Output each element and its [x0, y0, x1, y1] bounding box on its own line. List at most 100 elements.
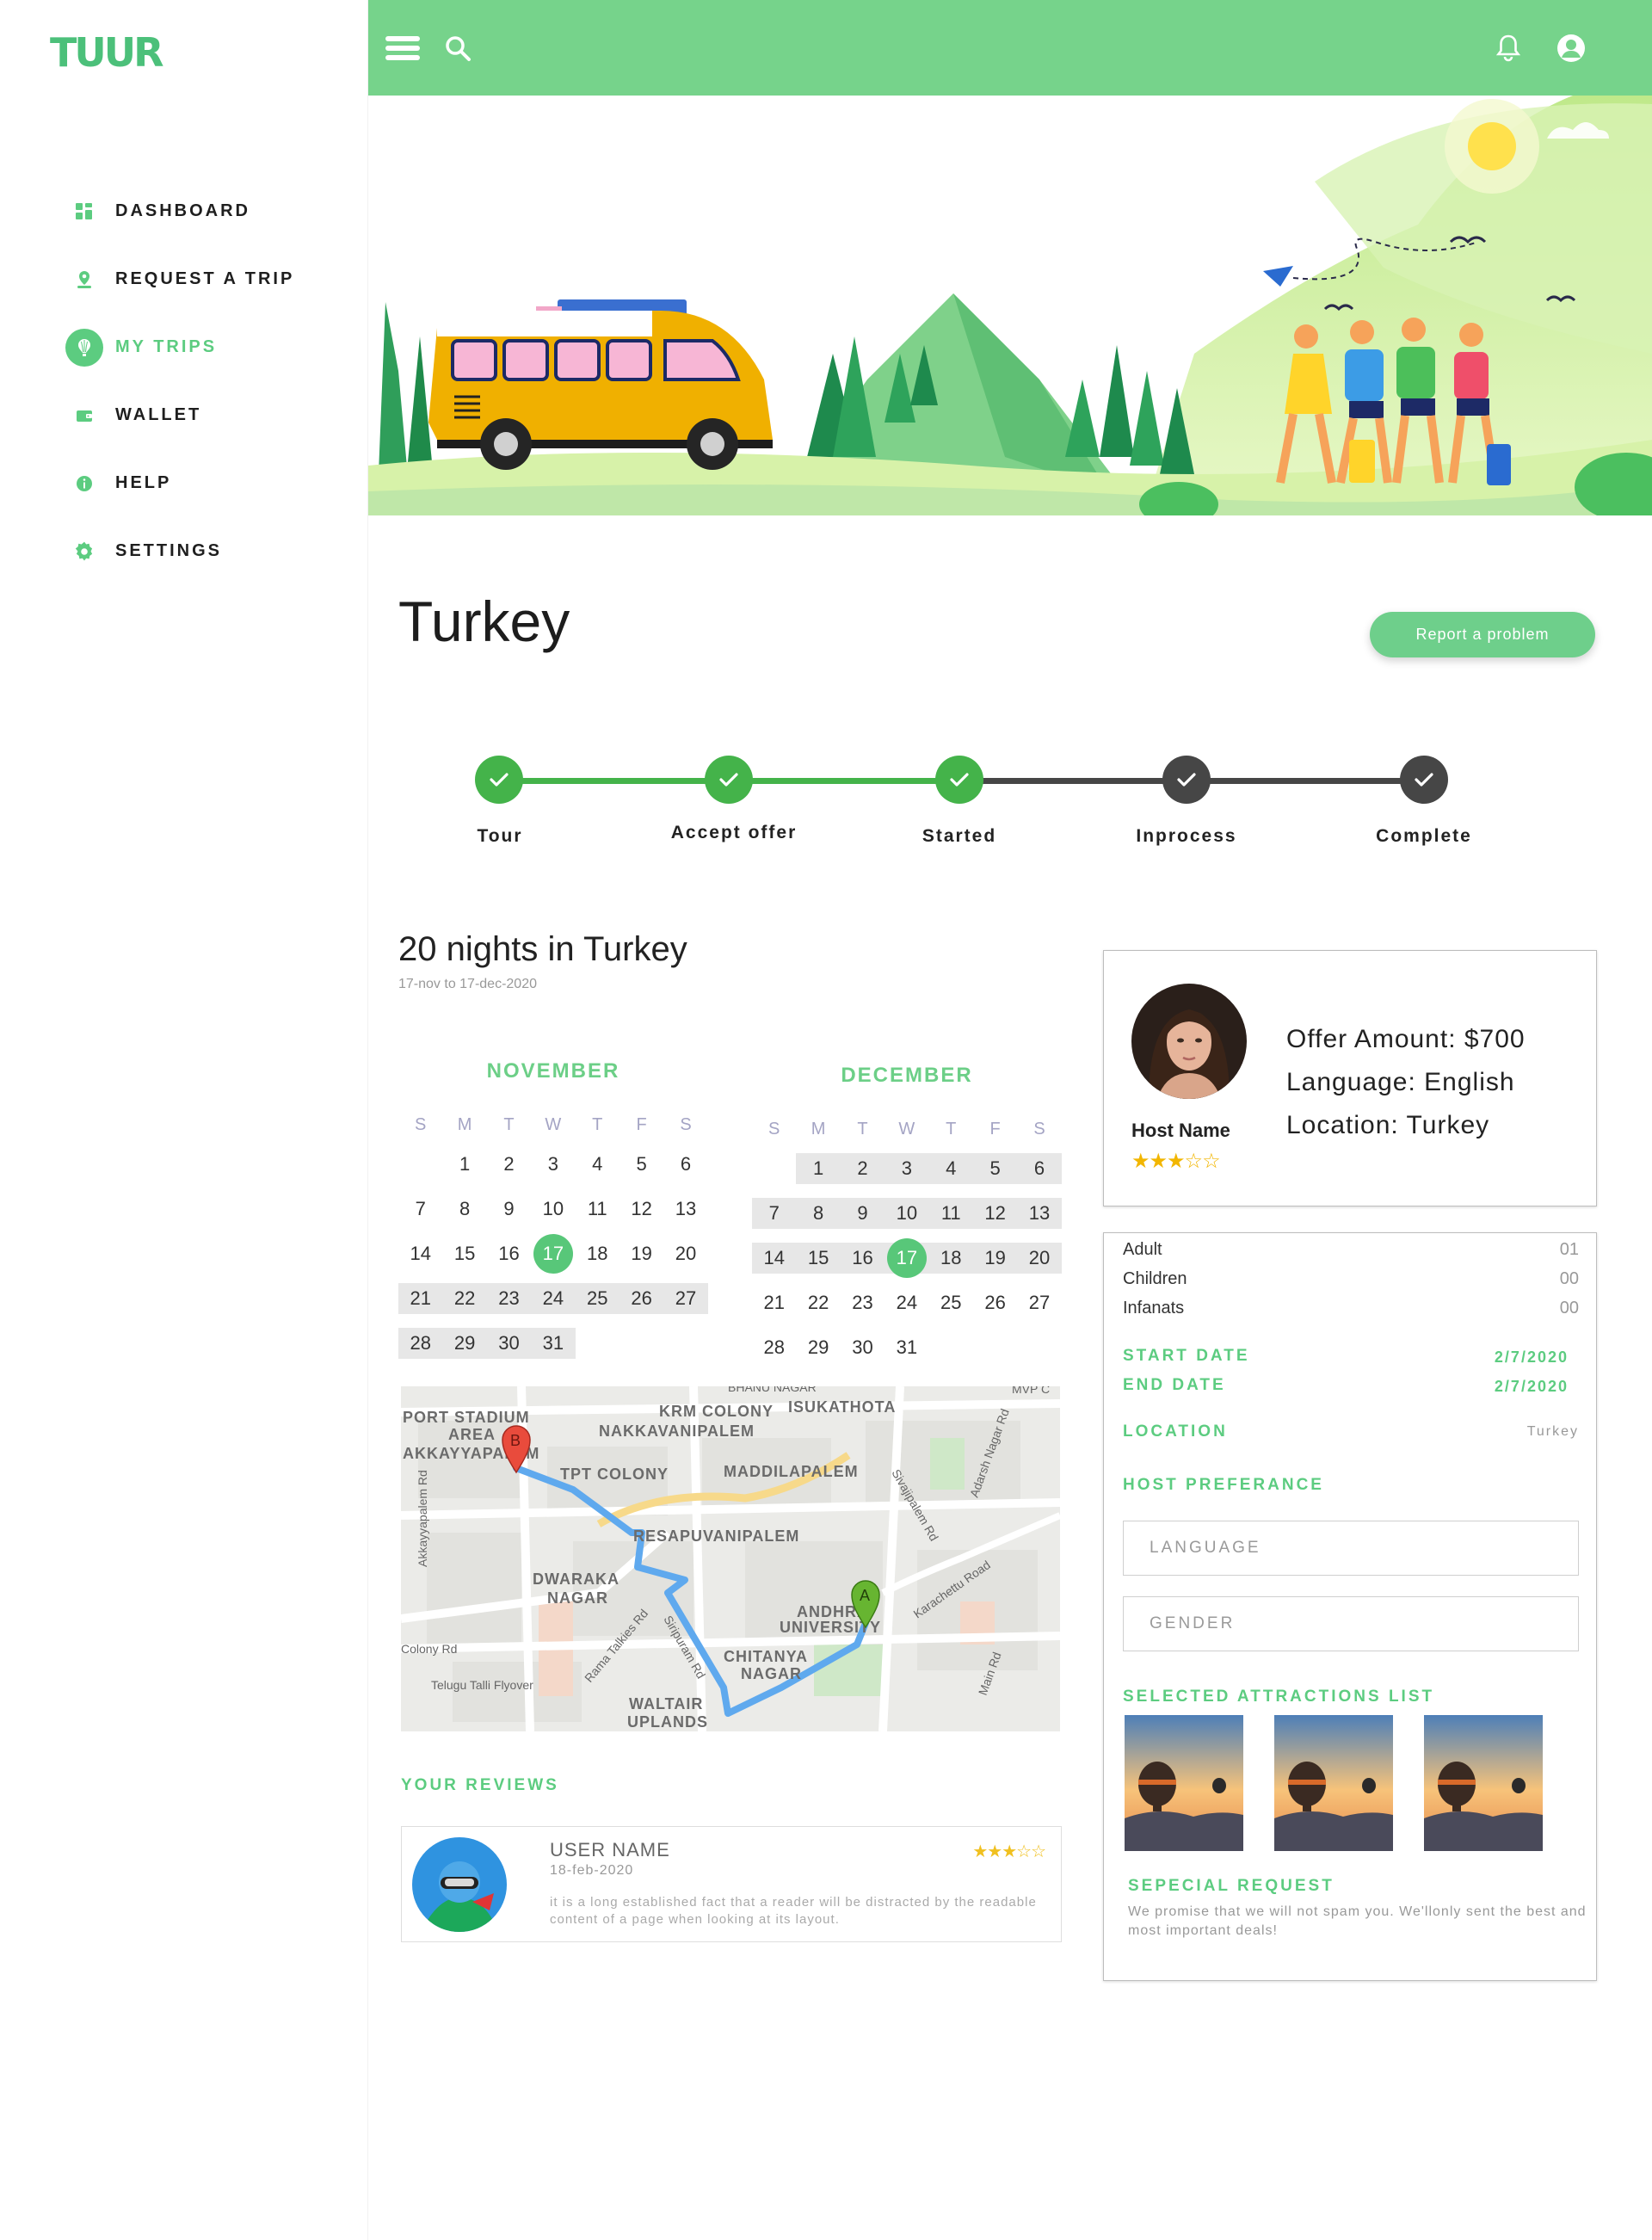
sidebar-item-settings[interactable]: SETTINGS [65, 517, 294, 585]
calendar-day-number: 26 [984, 1292, 1006, 1313]
calendar-day[interactable]: 9 [840, 1198, 885, 1229]
bell-icon[interactable] [1489, 29, 1527, 67]
app-logo[interactable]: TUUR [50, 29, 164, 76]
calendar-day[interactable]: 20 [663, 1238, 707, 1269]
attraction-image[interactable] [1125, 1715, 1243, 1851]
calendar-day[interactable]: 1 [442, 1149, 486, 1180]
calendar-day[interactable]: 23 [486, 1283, 532, 1314]
calendar-day[interactable]: 18 [576, 1238, 620, 1269]
calendar-day[interactable]: 8 [796, 1198, 841, 1229]
calendar-day[interactable]: 28 [752, 1332, 796, 1363]
sidebar-item-my-trips[interactable]: MY TRIPS [65, 313, 294, 381]
report-problem-button[interactable]: Report a problem [1370, 612, 1595, 657]
calendar-day-number: 2 [857, 1157, 868, 1179]
calendar-day[interactable]: 12 [620, 1194, 663, 1225]
calendar-day[interactable]: 8 [442, 1194, 486, 1225]
user-icon[interactable] [1552, 29, 1590, 67]
sidebar-item-request-a-trip[interactable]: REQUEST A TRIP [65, 245, 294, 313]
calendar-day[interactable]: 4 [928, 1153, 973, 1184]
calendar-week-row: 28 29 30 31 [398, 1321, 708, 1366]
calendar-day[interactable]: 17 [885, 1238, 929, 1278]
attraction-image[interactable] [1274, 1715, 1393, 1851]
calendar-day[interactable]: 5 [620, 1149, 663, 1180]
calendar-day[interactable]: 2 [840, 1153, 885, 1184]
calendar-day-number: 7 [768, 1202, 780, 1224]
calendar-day[interactable]: 6 [1017, 1153, 1062, 1184]
search-icon[interactable] [439, 29, 477, 67]
calendar-day[interactable]: 3 [885, 1153, 929, 1184]
calendar-day[interactable]: 12 [972, 1198, 1018, 1229]
calendar-day[interactable]: 26 [973, 1287, 1017, 1318]
calendar-day[interactable]: 30 [486, 1328, 532, 1359]
calendar-day[interactable]: 24 [885, 1287, 928, 1318]
calendar-day-number: 17 [542, 1243, 564, 1264]
calendar-day[interactable]: 13 [663, 1194, 707, 1225]
calendar-day[interactable]: 23 [841, 1287, 885, 1318]
calendar-day[interactable]: 5 [972, 1153, 1018, 1184]
calendar-day[interactable]: 11 [576, 1194, 620, 1225]
calendar-day[interactable]: 30 [841, 1332, 885, 1363]
calendar-day[interactable]: 9 [487, 1194, 531, 1225]
calendar-day[interactable]: 20 [1017, 1243, 1062, 1274]
page-title: Turkey [398, 589, 570, 653]
calendar-day[interactable]: 16 [840, 1243, 885, 1274]
calendar-weekday: S [415, 1115, 427, 1134]
sidebar-item-dashboard[interactable]: DASHBOARD [65, 177, 294, 245]
calendar-day[interactable]: 14 [398, 1238, 442, 1269]
calendar-day[interactable]: 6 [663, 1149, 707, 1180]
calendar-day-number: 13 [675, 1198, 697, 1219]
calendar-day[interactable]: 22 [442, 1283, 487, 1314]
calendar-day[interactable]: 7 [398, 1194, 442, 1225]
calendar-day[interactable]: 27 [1017, 1287, 1061, 1318]
language-input[interactable] [1123, 1521, 1579, 1576]
calendar-weekday: F [989, 1120, 1001, 1139]
calendar-empty-cell [752, 1153, 796, 1184]
calendar-empty-cell [663, 1328, 707, 1359]
calendar-weekday: W [545, 1115, 562, 1134]
calendar-day[interactable]: 19 [972, 1243, 1018, 1274]
calendar-day[interactable]: 18 [928, 1243, 973, 1274]
calendar-day[interactable]: 29 [442, 1328, 487, 1359]
calendar-day[interactable]: 31 [531, 1328, 576, 1359]
calendar-day[interactable]: 1 [796, 1153, 841, 1184]
sidebar-item-wallet[interactable]: WALLET [65, 381, 294, 449]
route-map[interactable]: KRM COLONY ISUKATHOTA PORT STADIUM AREA … [401, 1386, 1060, 1731]
calendar-day[interactable]: 22 [796, 1287, 840, 1318]
calendar-day[interactable]: 19 [620, 1238, 663, 1269]
step-label: Accept offer [670, 823, 798, 842]
calendar-day[interactable]: 3 [531, 1149, 575, 1180]
calendar-day[interactable]: 29 [796, 1332, 840, 1363]
trip-title: 20 nights in Turkey [398, 930, 687, 968]
calendar-day[interactable]: 25 [575, 1283, 620, 1314]
calendar-day[interactable]: 28 [398, 1328, 443, 1359]
calendar-weekday: W [898, 1120, 915, 1139]
calendar-day[interactable]: 11 [928, 1198, 973, 1229]
attraction-image[interactable] [1424, 1715, 1543, 1851]
calendar-day[interactable]: 16 [487, 1238, 531, 1269]
calendar-day-number: 30 [498, 1332, 520, 1354]
hamburger-icon[interactable] [384, 29, 422, 67]
balloon-icon [65, 328, 103, 367]
calendar-day[interactable]: 10 [531, 1194, 575, 1225]
calendar-day[interactable]: 25 [929, 1287, 973, 1318]
calendar-day[interactable]: 15 [796, 1243, 841, 1274]
calendar-day[interactable]: 7 [752, 1198, 797, 1229]
calendar-day[interactable]: 21 [398, 1283, 443, 1314]
calendar-day[interactable]: 14 [752, 1243, 797, 1274]
calendar-day[interactable]: 10 [885, 1198, 929, 1229]
calendar-day[interactable]: 24 [531, 1283, 576, 1314]
hero-illustration [368, 96, 1652, 515]
sidebar-item-help[interactable]: HELP [65, 449, 294, 517]
calendar-day[interactable]: 15 [442, 1238, 486, 1269]
calendar-day[interactable]: 17 [531, 1234, 575, 1274]
calendar-day[interactable]: 31 [885, 1332, 928, 1363]
calendar-day[interactable]: 13 [1017, 1198, 1062, 1229]
calendar-day[interactable]: 2 [487, 1149, 531, 1180]
calendar-day[interactable]: 21 [752, 1287, 796, 1318]
calendar-day[interactable]: 26 [619, 1283, 664, 1314]
gender-input[interactable] [1123, 1596, 1579, 1651]
marker-b-label: B [510, 1432, 521, 1449]
map-label: KRM COLONY [659, 1403, 774, 1420]
calendar-day[interactable]: 27 [663, 1283, 708, 1314]
calendar-day[interactable]: 4 [576, 1149, 620, 1180]
